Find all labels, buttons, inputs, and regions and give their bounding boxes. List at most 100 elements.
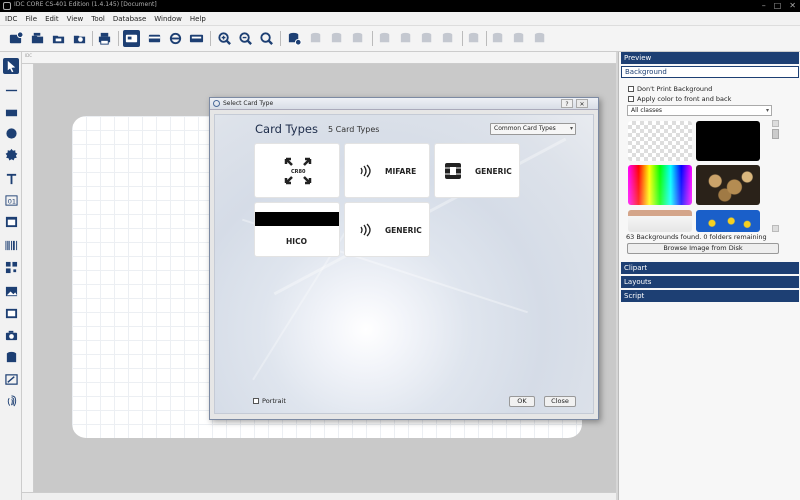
script-header[interactable]: Script — [621, 290, 799, 302]
close-button[interactable]: Close — [544, 396, 576, 407]
menu-database[interactable]: Database — [113, 15, 146, 23]
svg-text:01: 01 — [7, 197, 15, 205]
thumbnails-scrollbar[interactable] — [772, 120, 779, 232]
magstripe-icon[interactable] — [188, 30, 205, 47]
apply-color-checkbox[interactable]: Apply color to front and back — [628, 95, 731, 103]
bg-thumb-coffee-cup[interactable] — [628, 210, 692, 232]
menu-tool[interactable]: Tool — [91, 15, 105, 23]
minimize-button[interactable]: – — [762, 1, 766, 11]
print-icon[interactable] — [96, 30, 113, 47]
card-tile-cr80[interactable]: CR80 — [254, 143, 340, 198]
image-tool-icon[interactable] — [3, 283, 19, 299]
ellipse-tool-icon[interactable] — [3, 125, 19, 141]
text-tool-icon[interactable] — [3, 170, 19, 186]
preview-header[interactable]: Preview — [621, 52, 799, 64]
card-types-count: 5 Card Types — [328, 125, 380, 134]
bg-thumb-rainbow[interactable] — [628, 165, 692, 205]
encode-icon[interactable] — [167, 30, 184, 47]
save-icon[interactable] — [71, 30, 88, 47]
card-type-filter-select[interactable]: Common Card Types ▾ — [490, 123, 576, 135]
card-tile-mifare[interactable]: MIFARE — [344, 143, 430, 198]
dialog-close-icon[interactable]: ✕ — [576, 99, 588, 108]
window-title: IDC CORE CS-401 Edition (1.4.145) [Docum… — [14, 1, 157, 8]
generic-rfid-label: GENERIC — [385, 226, 422, 235]
portrait-checkbox[interactable]: Portrait — [253, 397, 286, 405]
close-window-button[interactable]: ✕ — [789, 1, 796, 11]
qrcode-tool-icon[interactable] — [3, 259, 19, 275]
select-tool-icon[interactable] — [3, 58, 19, 74]
menu-window[interactable]: Window — [154, 15, 182, 23]
hico-label: HICO — [286, 237, 307, 246]
front-side-icon[interactable] — [123, 30, 140, 47]
dialog-app-icon — [213, 100, 220, 107]
rectangle-tool-icon[interactable] — [3, 104, 19, 120]
menu-edit[interactable]: Edit — [45, 15, 59, 23]
db-sort-icon — [511, 30, 528, 47]
dont-print-background-label: Don't Print Background — [637, 85, 713, 93]
scroll-thumb[interactable] — [772, 129, 779, 139]
help-button[interactable]: ? — [561, 99, 573, 108]
zoom-fit-icon[interactable] — [258, 30, 275, 47]
horizontal-scrollbar[interactable] — [22, 492, 616, 500]
database-field-tool-icon[interactable] — [3, 349, 19, 365]
card-tile-generic-rfid[interactable]: GENERIC — [344, 202, 430, 257]
maximize-button[interactable]: □ — [774, 1, 782, 11]
open-icon[interactable] — [29, 30, 46, 47]
ok-button[interactable]: OK — [509, 396, 535, 407]
right-panel: Preview Background Don't Print Backgroun… — [618, 52, 800, 500]
db-connect-icon — [308, 30, 325, 47]
main-toolbar — [0, 26, 800, 52]
bg-thumb-coins[interactable] — [696, 165, 760, 205]
db-add-icon — [350, 30, 367, 47]
background-header[interactable]: Background — [621, 66, 799, 78]
zoom-in-icon[interactable] — [216, 30, 233, 47]
mifare-label: MIFARE — [385, 167, 417, 176]
database-icon[interactable] — [286, 30, 303, 47]
camera-tool-icon[interactable] — [3, 327, 19, 343]
open-recent-icon[interactable] — [50, 30, 67, 47]
dialog-body: Card Types 5 Card Types Common Card Type… — [214, 114, 594, 414]
browse-image-button[interactable]: Browse Image from Disk — [627, 243, 779, 254]
date-tool-icon[interactable] — [3, 213, 19, 229]
zoom-out-icon[interactable] — [237, 30, 254, 47]
db-record-icon — [329, 30, 346, 47]
scroll-up-icon[interactable] — [772, 120, 779, 127]
checkbox-box[interactable] — [628, 96, 634, 102]
signature-tool-icon[interactable] — [3, 371, 19, 387]
contactless-icon — [360, 164, 371, 178]
photo-tool-icon[interactable] — [3, 305, 19, 321]
class-select[interactable]: All classes ▾ — [627, 105, 772, 116]
bg-thumb-transparent[interactable] — [628, 121, 692, 161]
clipart-header[interactable]: Clipart — [621, 262, 799, 274]
bg-thumb-flowers[interactable] — [696, 210, 760, 232]
card-tile-hico[interactable]: HICO — [254, 202, 340, 257]
bg-thumb-black[interactable] — [696, 121, 760, 161]
menubar: IDC File Edit View Tool Database Window … — [0, 12, 800, 26]
menu-idc[interactable]: IDC — [5, 15, 17, 23]
card-tile-generic-chip[interactable]: GENERIC — [434, 143, 520, 198]
card-type-filter-value: Common Card Types — [494, 125, 556, 132]
generic-chip-label: GENERIC — [475, 167, 512, 176]
db-first-icon — [377, 30, 394, 47]
app-icon — [3, 2, 11, 10]
counter-tool-icon[interactable]: 01 — [3, 192, 19, 208]
fingerprint-tool-icon[interactable] — [3, 392, 19, 408]
checkbox-box[interactable] — [253, 398, 259, 404]
checkbox-box[interactable] — [628, 86, 634, 92]
dialog-titlebar: Select Card Type ? ✕ — [210, 98, 598, 110]
cr80-badge-label: CR80 — [291, 169, 306, 175]
contactless-icon — [360, 223, 371, 237]
menu-help[interactable]: Help — [190, 15, 206, 23]
dont-print-background-checkbox[interactable]: Don't Print Background — [628, 85, 712, 93]
db-prev-icon — [398, 30, 415, 47]
scroll-down-icon[interactable] — [772, 225, 779, 232]
line-tool-icon[interactable] — [3, 82, 19, 98]
layouts-header[interactable]: Layouts — [621, 276, 799, 288]
menu-file[interactable]: File — [25, 15, 37, 23]
barcode-tool-icon[interactable] — [3, 237, 19, 253]
horizontal-ruler: IDC — [22, 52, 616, 64]
star-tool-icon[interactable] — [3, 146, 19, 162]
new-card-icon[interactable] — [7, 30, 24, 47]
menu-view[interactable]: View — [67, 15, 84, 23]
back-side-icon[interactable] — [146, 30, 163, 47]
